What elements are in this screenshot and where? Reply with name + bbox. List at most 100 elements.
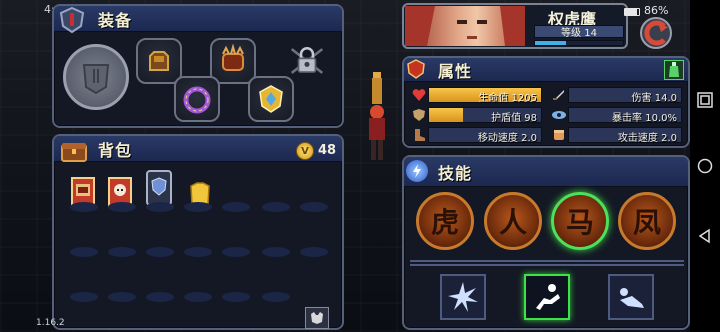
stat-crit-label: 暴击率 10.0% — [612, 113, 677, 124]
stat-damage-label: 伤害 14.0 — [631, 93, 677, 104]
backpack-title: 背包 — [98, 140, 133, 160]
bag-slot[interactable] — [70, 247, 98, 257]
bag-slot[interactable] — [108, 202, 136, 212]
attributes-title-bar: 属性 — [404, 58, 688, 82]
impact-burst-icon — [448, 282, 478, 312]
hero-level-badge: 等级 14 — [534, 25, 624, 39]
hero-xp-bar — [534, 40, 624, 46]
stat-attack-speed-row: 攻击速度 2.0 — [550, 127, 684, 144]
bag-slot[interactable] — [70, 202, 98, 212]
skill-tiger[interactable]: 虎 — [416, 192, 474, 250]
dash-kick-icon — [536, 284, 560, 310]
equip-slot-amulet[interactable] — [248, 76, 294, 122]
boot-icon — [410, 127, 428, 143]
skill-horse-glyph: 马 — [565, 206, 594, 239]
lock-icon — [290, 46, 324, 74]
android-nav-bar — [690, 0, 720, 332]
gold-count: 48 — [318, 143, 337, 158]
bag-slot[interactable] — [184, 292, 212, 302]
golden-crest-icon — [259, 85, 283, 113]
bag-slot[interactable] — [262, 292, 290, 302]
bag-slot[interactable] — [146, 292, 174, 302]
bag-slot[interactable] — [222, 292, 250, 302]
slide-kick-icon — [620, 288, 644, 308]
gauntlet-icon — [149, 51, 169, 71]
home-icon — [697, 158, 713, 174]
chest-icon — [60, 139, 88, 163]
bag-slot[interactable] — [262, 247, 290, 257]
shield-card-icon — [146, 170, 172, 206]
bag-slot[interactable] — [222, 202, 250, 212]
bag-slot[interactable] — [70, 292, 98, 302]
equip-slot-ring[interactable] — [174, 76, 220, 122]
spiked-armor-icon — [222, 44, 244, 71]
stat-shield-row: 护盾值 98 — [410, 107, 544, 124]
heart-icon — [410, 87, 428, 103]
equip-slot-armor[interactable] — [210, 38, 256, 84]
bag-sort-button[interactable] — [305, 307, 329, 329]
hero-xp-fill — [535, 41, 566, 45]
back-triangle-icon — [698, 228, 710, 244]
bag-slot[interactable] — [146, 247, 174, 257]
wolf-icon — [311, 312, 323, 324]
sub-skill-dash[interactable] — [524, 274, 570, 320]
bag-item-shield-card[interactable] — [144, 168, 174, 206]
equipment-title: 装备 — [98, 10, 133, 30]
skill-phoenix[interactable]: 凤 — [618, 192, 676, 250]
bag-slot[interactable] — [300, 247, 328, 257]
version-label: 1.16.2 — [36, 318, 65, 328]
player-character — [358, 72, 396, 168]
skills-divider — [410, 260, 684, 266]
sub-skill-impact[interactable] — [440, 274, 486, 320]
stat-attack-speed-bar: 攻击速度 2.0 — [568, 127, 682, 144]
bag-slot[interactable] — [300, 202, 328, 212]
stat-move-speed-row: 移动速度 2.0 — [410, 127, 544, 144]
bag-slot[interactable] — [146, 202, 174, 212]
eye-icon — [550, 107, 568, 123]
battery-icon — [624, 8, 640, 16]
lightning-orb-icon — [406, 160, 428, 182]
bag-slot[interactable] — [184, 202, 212, 212]
nav-recents-button[interactable] — [697, 92, 713, 108]
hero-level: 等级 14 — [561, 28, 597, 39]
back-button[interactable] — [636, 16, 676, 50]
recents-icon — [697, 92, 713, 108]
stat-attack-speed-label: 攻击速度 2.0 — [617, 133, 677, 144]
stat-move-speed-label: 移动速度 2.0 — [477, 133, 537, 144]
attributes-title: 属性 — [438, 61, 473, 81]
stat-crit-bar: 暴击率 10.0% — [568, 107, 682, 124]
potion-icon — [669, 62, 679, 77]
helmet-emblem-icon — [58, 6, 86, 34]
bag-slot[interactable] — [262, 202, 290, 212]
bag-slot[interactable] — [108, 292, 136, 302]
armor-silhouette-icon — [82, 64, 110, 95]
equip-slot-locked[interactable] — [284, 38, 330, 84]
back-arrow-icon — [640, 17, 672, 49]
skill-horse[interactable]: 马 — [551, 192, 609, 250]
skill-tiger-glyph: 虎 — [430, 206, 459, 239]
skill-phoenix-glyph: 凤 — [632, 206, 661, 239]
bag-slot[interactable] — [184, 247, 212, 257]
stat-hp-row: 生命值 1205 — [410, 87, 544, 104]
stat-hp-bar: 生命值 1205 — [428, 87, 542, 104]
skills-title-bar: 技能 — [404, 157, 688, 187]
skill-human-glyph: 人 — [498, 206, 527, 239]
stat-damage-row: 伤害 14.0 — [550, 87, 684, 104]
gold-coin-icon: V — [296, 142, 314, 160]
bag-slot[interactable] — [222, 247, 250, 257]
sub-skill-slide[interactable] — [608, 274, 654, 320]
stat-damage-bar: 伤害 14.0 — [568, 87, 682, 104]
skill-human[interactable]: 人 — [484, 192, 542, 250]
potion-button[interactable] — [664, 60, 684, 80]
stat-crit-row: 暴击率 10.0% — [550, 107, 684, 124]
nav-back-button[interactable] — [697, 228, 713, 244]
stat-shield-label: 护盾值 98 — [491, 113, 537, 124]
equip-slot-weapon[interactable] — [136, 38, 182, 84]
nav-home-button[interactable] — [697, 158, 713, 174]
fist-icon — [550, 127, 568, 143]
attributes-emblem-icon — [406, 59, 426, 79]
hero-portrait — [405, 6, 525, 46]
stat-move-speed-bar: 移动速度 2.0 — [428, 127, 542, 144]
character-armor-slot[interactable] — [63, 44, 129, 110]
bag-slot[interactable] — [108, 247, 136, 257]
